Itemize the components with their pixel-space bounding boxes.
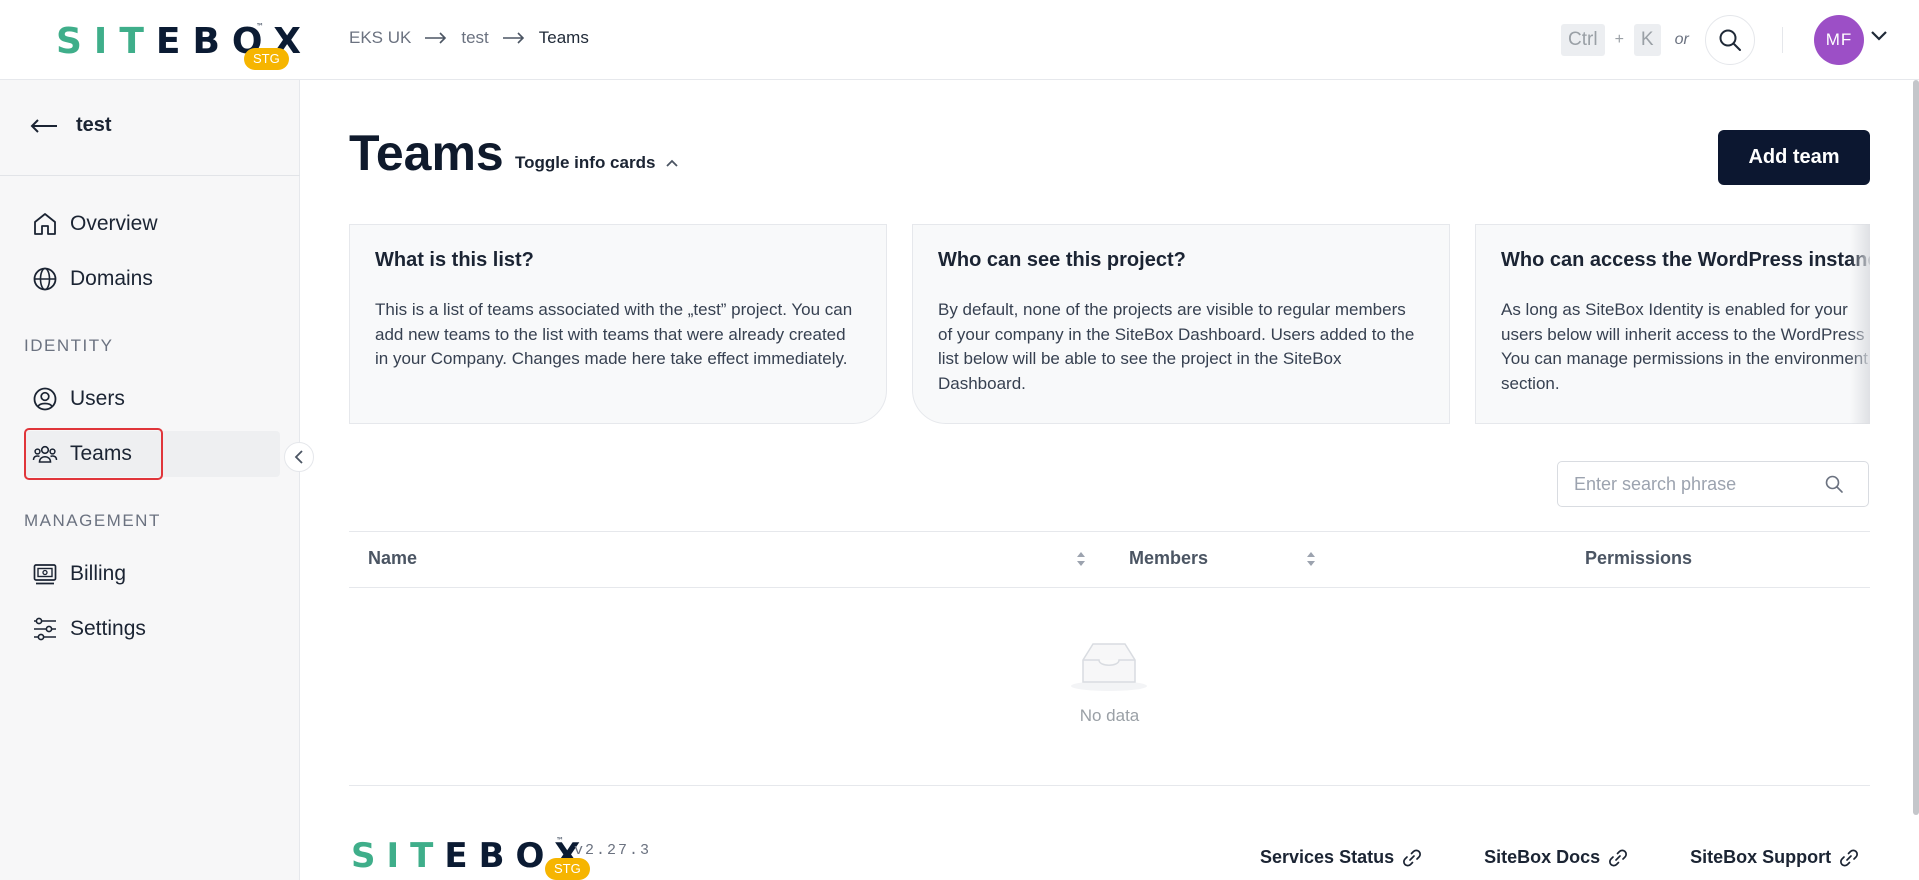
info-card-title: Who can access the WordPress instance — [1501, 249, 1870, 271]
table-empty-state: No data — [349, 588, 1870, 786]
sitebox-logo[interactable]: SITEBOX ™ STG — [56, 21, 301, 72]
logo-trademark: ™ — [256, 22, 264, 31]
back-label: test — [76, 114, 112, 136]
footer-link-services-status[interactable]: Services Status — [1260, 847, 1422, 868]
empty-state-text: No data — [1079, 706, 1140, 725]
sidebar: test Overview Domains IDENTITY Users Tea… — [0, 80, 300, 880]
info-card: Who can see this project? By default, no… — [912, 224, 1450, 424]
footer-link-label: SiteBox Docs — [1484, 847, 1601, 867]
footer-link-docs[interactable]: SiteBox Docs — [1484, 847, 1628, 868]
arrow-right-icon — [502, 32, 524, 44]
sidebar-item-label: Billing — [70, 562, 127, 585]
env-badge: STG — [244, 48, 289, 70]
footer-logo-trademark: ™ — [556, 836, 564, 845]
main-content: Teams Toggle info cards Add team What is… — [300, 80, 1919, 880]
info-card-line: As long as SiteBox Identity is enabled f… — [1501, 300, 1848, 319]
user-circle-icon — [33, 387, 57, 411]
logo-text-part: E — [444, 836, 479, 876]
toggle-info-cards-label: Toggle info cards — [515, 153, 656, 172]
footer-link-label: SiteBox Support — [1690, 847, 1832, 867]
search-input[interactable] — [1574, 473, 1824, 495]
sliders-icon — [34, 617, 56, 641]
arrow-right-icon — [425, 32, 447, 44]
page-title: Teams — [349, 125, 504, 181]
search-icon[interactable] — [1824, 474, 1844, 494]
header-divider — [1782, 27, 1783, 53]
back-to-project[interactable]: test — [30, 114, 112, 137]
info-card-title: Who can see this project? — [938, 249, 1186, 271]
logo-text-part: E — [155, 21, 193, 62]
link-icon — [1609, 849, 1628, 866]
chevron-down-icon[interactable] — [1870, 30, 1888, 42]
sidebar-item-billing[interactable]: Billing — [24, 551, 280, 597]
footer-logo: SITEBOX ™ STG — [351, 836, 611, 880]
search-icon — [1719, 29, 1741, 51]
column-header-permissions: Permissions — [1585, 548, 1693, 568]
cards-scroll-fade — [1850, 224, 1870, 424]
sort-icon[interactable] — [1076, 550, 1086, 568]
info-card-text: As long as SiteBox Identity is enabled f… — [1501, 298, 1870, 396]
info-card: What is this list? This is a list of tea… — [349, 224, 887, 424]
breadcrumb-current: Teams — [538, 28, 589, 47]
add-team-button[interactable]: Add team — [1718, 130, 1870, 185]
kbd-or: or — [1674, 31, 1689, 48]
sidebar-item-label: Overview — [70, 212, 158, 235]
info-card-title: What is this list? — [375, 249, 534, 271]
search-shortcut-hint: Ctrl + K or — [1561, 24, 1689, 56]
footer-env-badge: STG — [545, 858, 590, 880]
search-field[interactable] — [1557, 461, 1869, 507]
top-header: SITEBOX ™ STG EKS UK test Teams Ctrl + K… — [0, 0, 1919, 80]
breadcrumb-item[interactable]: test — [461, 28, 488, 48]
logo-text-part: SIT — [351, 836, 445, 876]
breadcrumb: EKS UK test Teams — [349, 28, 589, 48]
home-icon — [34, 213, 56, 235]
sidebar-item-users[interactable]: Users — [24, 376, 280, 422]
arrow-left-icon — [30, 118, 57, 133]
info-card: Who can access the WordPress instance As… — [1475, 224, 1870, 424]
table-header: Name Members Permissions — [349, 531, 1870, 588]
section-label-management: MANAGEMENT — [24, 511, 161, 530]
sidebar-item-teams[interactable]: Teams — [24, 428, 280, 480]
sidebar-item-domains[interactable]: Domains — [24, 256, 280, 302]
info-card-line: You can manage permissions in the enviro… — [1501, 349, 1868, 368]
chevron-up-icon — [666, 159, 679, 167]
global-search-button[interactable] — [1705, 15, 1755, 65]
sidebar-item-label: Users — [70, 387, 125, 410]
link-icon — [1403, 849, 1422, 866]
app-version: v2.27.3 — [574, 842, 652, 859]
footer-link-support[interactable]: SiteBox Support — [1690, 847, 1859, 868]
sidebar-divider — [0, 175, 300, 176]
page-scrollbar[interactable] — [1913, 80, 1919, 815]
sidebar-item-label: Domains — [70, 267, 153, 290]
info-card-text: This is a list of teams associated with … — [375, 300, 853, 368]
section-label-identity: IDENTITY — [24, 336, 114, 355]
teams-table: Name Members Permissions No data — [349, 531, 1870, 786]
focus-outline — [24, 428, 163, 480]
breadcrumb-item[interactable]: EKS UK — [349, 28, 411, 48]
sidebar-item-overview[interactable]: Overview — [24, 201, 280, 247]
link-icon — [1840, 849, 1859, 866]
sort-icon[interactable] — [1306, 550, 1316, 568]
toggle-info-cards[interactable]: Toggle info cards — [515, 153, 679, 173]
info-cards: What is this list? This is a list of tea… — [349, 224, 1870, 424]
sidebar-item-label: Settings — [70, 617, 146, 640]
user-avatar[interactable]: MF — [1814, 15, 1864, 65]
info-card-text: By default, none of the projects are vis… — [938, 300, 1415, 393]
column-header-name[interactable]: Name — [368, 548, 417, 569]
logo-text-part: SIT — [56, 21, 156, 62]
column-header-members[interactable]: Members — [1129, 548, 1208, 569]
info-card-line: section. — [1501, 373, 1560, 393]
kbd-ctrl: Ctrl — [1561, 24, 1605, 56]
footer-link-label: Services Status — [1260, 847, 1395, 867]
globe-icon — [33, 267, 57, 291]
info-card-line: users below will inherit access to the W… — [1501, 324, 1865, 344]
empty-inbox-icon — [1071, 643, 1147, 691]
billing-icon — [33, 564, 57, 585]
sidebar-item-settings[interactable]: Settings — [24, 606, 280, 652]
kbd-plus: + — [1614, 31, 1624, 48]
footer-links: Services Status SiteBox Docs SiteBox Sup… — [1260, 847, 1859, 868]
kbd-k: K — [1633, 24, 1661, 56]
